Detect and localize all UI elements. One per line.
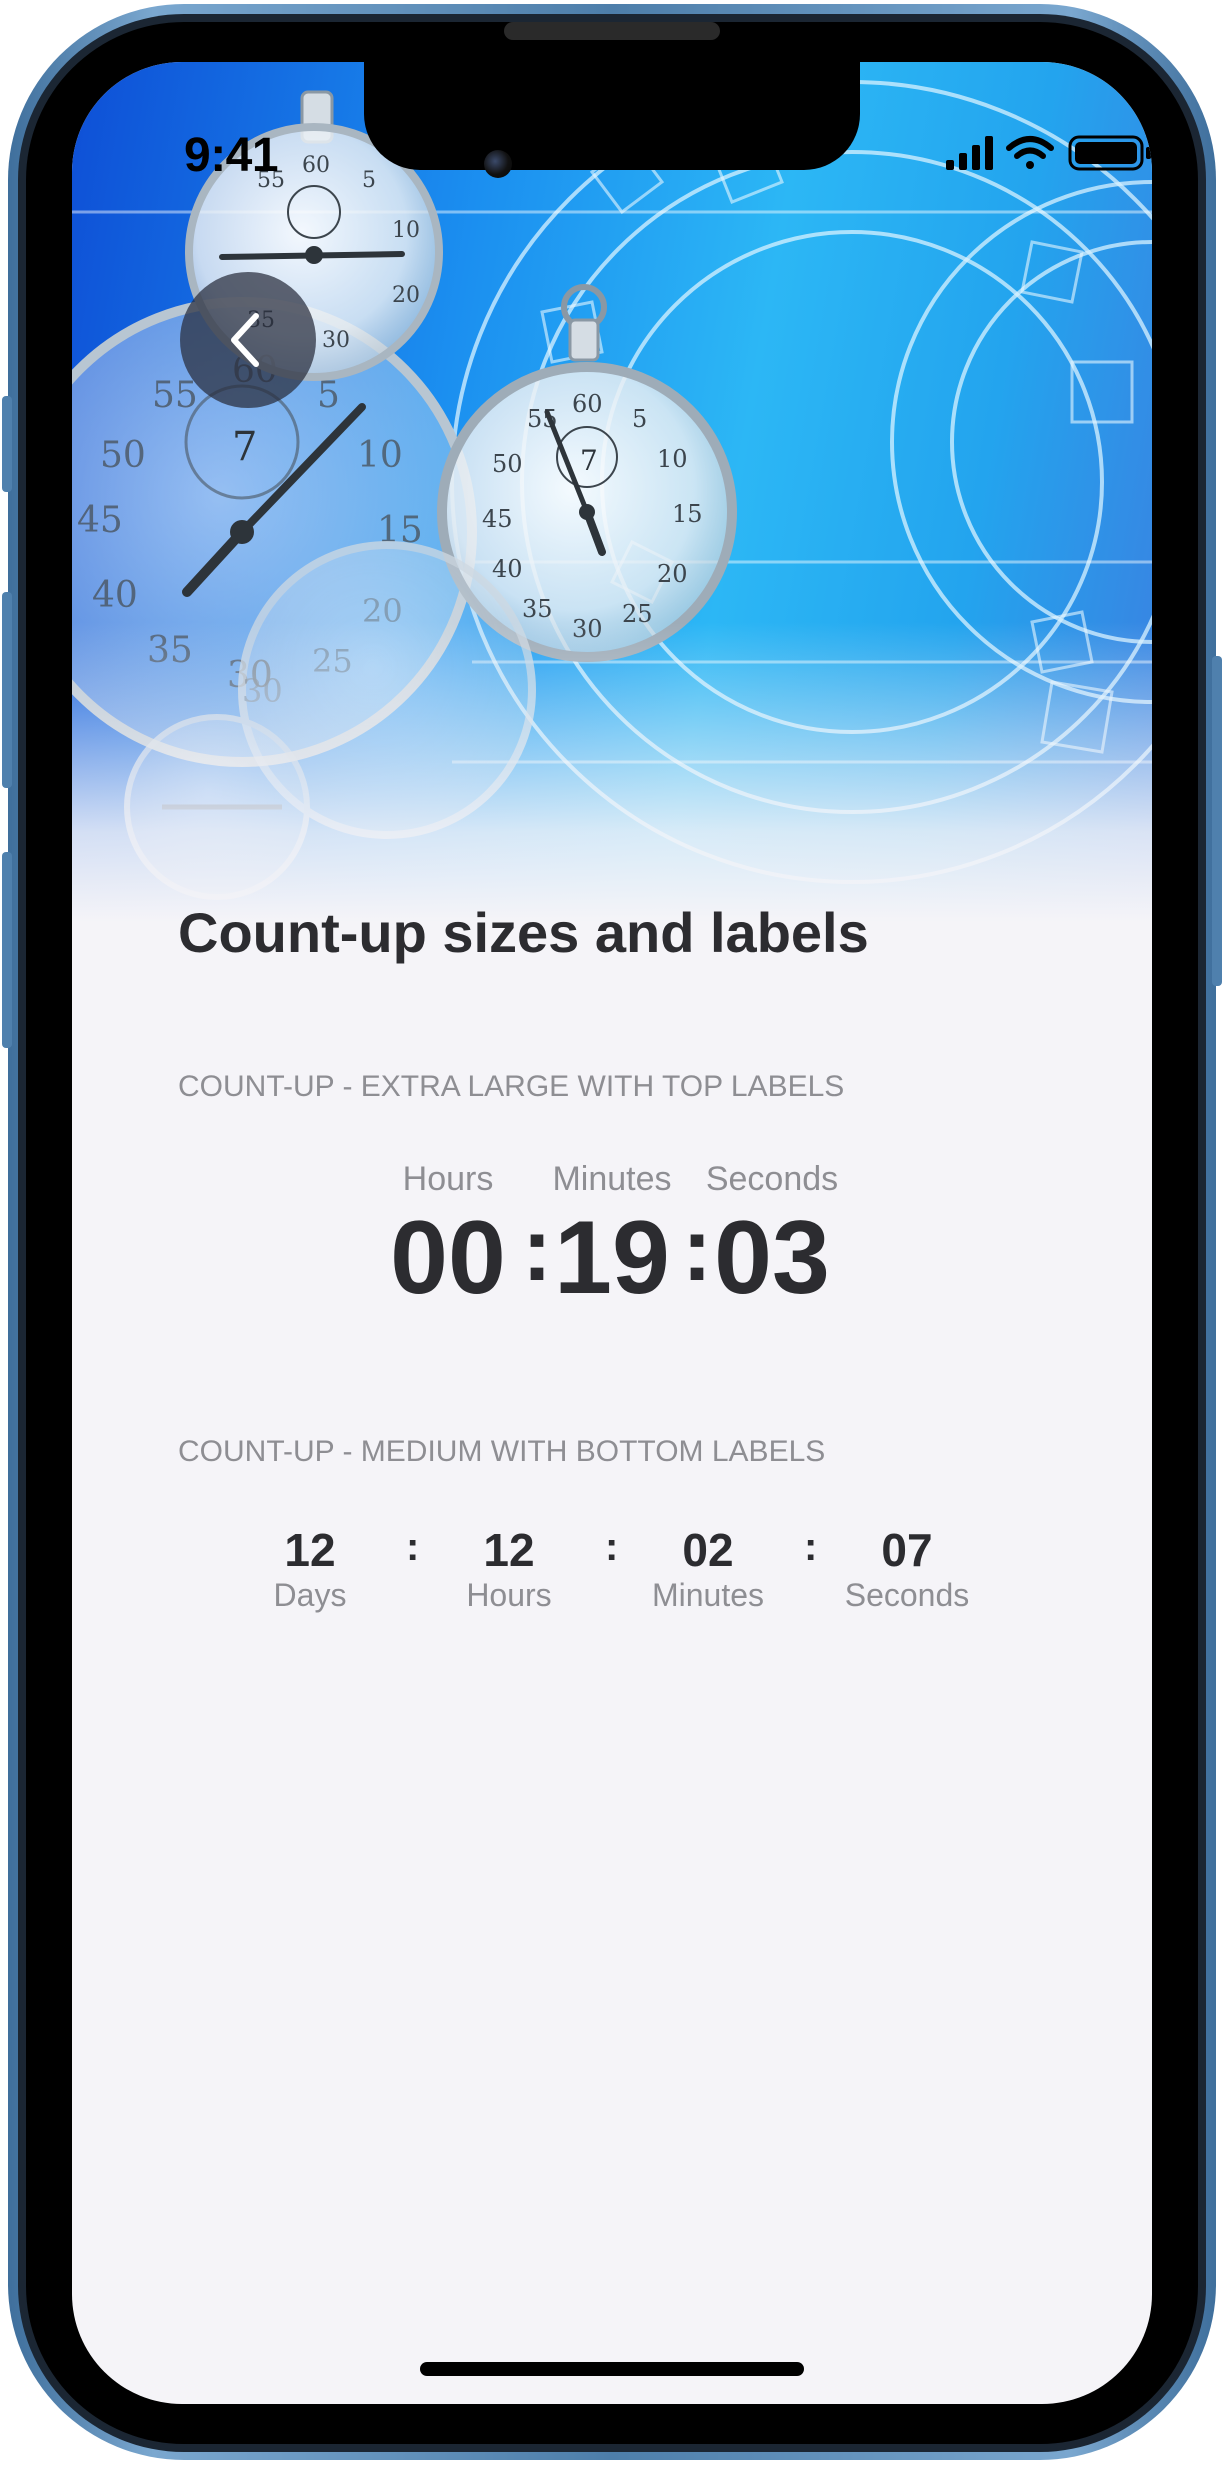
power-button xyxy=(1212,656,1222,986)
unit-value-days: 12 xyxy=(284,1524,336,1576)
svg-text:15: 15 xyxy=(672,500,703,528)
unit-label-days: Days xyxy=(273,1577,347,1613)
svg-text:60: 60 xyxy=(572,390,603,418)
unit-value-hours: 12 xyxy=(483,1524,535,1576)
unit-value-minutes: 19 xyxy=(554,1200,670,1316)
unit-label-seconds: Seconds xyxy=(844,1577,970,1613)
mute-switch xyxy=(2,396,12,492)
svg-text:60: 60 xyxy=(302,153,330,178)
chevron-left-icon xyxy=(231,313,259,367)
device-mockup: 5 5 60 5 50 10 45 15 40 35 30 7 xyxy=(0,0,1224,2466)
svg-text:5: 5 xyxy=(632,405,647,433)
unit-label-hours: Hours xyxy=(466,1577,552,1613)
hero-fade-overlay xyxy=(72,622,1152,922)
svg-text:35: 35 xyxy=(522,595,553,623)
svg-text:50: 50 xyxy=(492,450,523,478)
battery-icon xyxy=(1068,135,1151,171)
svg-text:10: 10 xyxy=(357,435,403,476)
wifi-icon xyxy=(1006,136,1054,169)
time-separator: : xyxy=(605,1525,619,1569)
svg-text:20: 20 xyxy=(657,560,688,588)
svg-text:5: 5 xyxy=(317,375,340,416)
unit-label-seconds: Seconds xyxy=(705,1160,839,1198)
section-header-medium: COUNT-UP - MEDIUM WITH BOTTOM LABELS xyxy=(178,1435,826,1468)
svg-text:10: 10 xyxy=(657,445,688,473)
svg-text:7: 7 xyxy=(580,444,598,477)
svg-text:5: 5 xyxy=(362,168,376,193)
front-camera xyxy=(484,150,512,178)
status-time: 9:41 xyxy=(184,129,279,182)
unit-value-seconds: 07 xyxy=(881,1524,933,1576)
svg-text:50: 50 xyxy=(100,435,146,476)
time-separator: : xyxy=(804,1525,818,1569)
signal-icon xyxy=(946,136,993,170)
unit-label-hours: Hours xyxy=(402,1160,494,1198)
earpiece-speaker xyxy=(504,22,720,40)
screen: 5 5 60 5 50 10 45 15 40 35 30 7 xyxy=(72,62,1152,2404)
svg-text:30: 30 xyxy=(322,328,350,353)
svg-text:40: 40 xyxy=(492,555,523,583)
unit-label-minutes: Minutes xyxy=(552,1160,672,1198)
svg-text:40: 40 xyxy=(92,575,138,616)
unit-value-hours: 00 xyxy=(390,1200,506,1316)
unit-label-minutes: Minutes xyxy=(651,1577,765,1613)
volume-up-button xyxy=(2,592,12,788)
unit-value-seconds: 03 xyxy=(714,1200,830,1316)
section-header-extra-large: COUNT-UP - EXTRA LARGE WITH TOP LABELS xyxy=(178,1070,845,1103)
status-icons xyxy=(946,135,1151,171)
svg-text:45: 45 xyxy=(482,505,513,533)
time-separator: : xyxy=(406,1525,420,1569)
camera-notch xyxy=(364,62,860,170)
unit-value-minutes: 02 xyxy=(682,1524,734,1576)
back-button[interactable] xyxy=(180,272,316,408)
home-indicator[interactable] xyxy=(420,2362,804,2376)
svg-text:10: 10 xyxy=(392,218,420,243)
hero-image: 5 5 60 5 50 10 45 15 40 35 30 7 xyxy=(72,62,1152,922)
svg-text:45: 45 xyxy=(77,500,123,541)
page-title: Count-up sizes and labels xyxy=(178,901,869,964)
svg-text:20: 20 xyxy=(392,283,420,308)
volume-down-button xyxy=(2,852,12,1048)
svg-text:7: 7 xyxy=(232,424,257,470)
